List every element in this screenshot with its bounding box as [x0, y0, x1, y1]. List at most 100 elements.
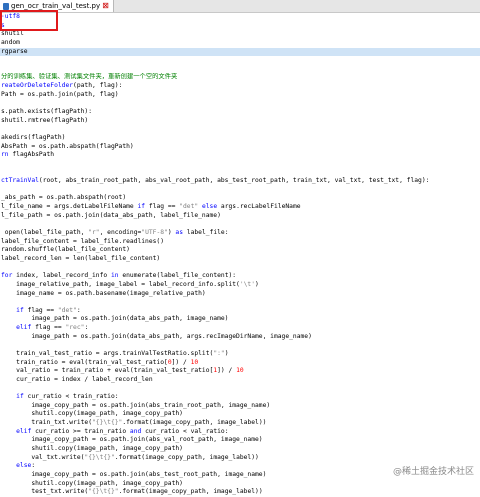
- code-token: , encoding=: [99, 229, 142, 237]
- code-token: val_ratio = train_ratio + eval(train_val…: [1, 367, 214, 375]
- code-line[interactable]: l_file_path = os.path.join(data_abs_path…: [0, 212, 480, 221]
- code-token: flag ==: [31, 324, 66, 332]
- code-token: flag ==: [23, 306, 58, 314]
- code-line[interactable]: test_txt.write("{}\t{}".format(image_cop…: [0, 488, 480, 497]
- code-line[interactable]: val_ratio = train_ratio + eval(train_val…: [0, 367, 480, 376]
- code-line[interactable]: [0, 160, 480, 169]
- code-token: if: [16, 393, 24, 401]
- code-line[interactable]: label_file_content = label_file.readline…: [0, 238, 480, 247]
- code-line[interactable]: ctTrainVal(root, abs_train_root_path, ab…: [0, 177, 480, 186]
- code-token: elif: [16, 324, 32, 332]
- code-line[interactable]: random.shuffle(label_file_content): [0, 246, 480, 255]
- code-line[interactable]: ·utf8: [0, 13, 480, 22]
- code-line[interactable]: train_ratio = eval(train_val_test_ratio[…: [0, 359, 480, 368]
- code-editor[interactable]: ·utf8 s shutil andom rgparse 分的训练集、验证集、测试集文件夹…: [0, 13, 480, 497]
- code-token: shutil: [1, 30, 24, 38]
- code-token: image_path = os.path.join(data_abs_path,…: [1, 315, 229, 323]
- code-token: rgparse: [1, 47, 28, 55]
- code-token: image_copy_path = os.path.join(abs_test_…: [1, 470, 267, 478]
- code-token: shutil.copy(image_path, image_copy_path): [1, 445, 183, 453]
- code-line[interactable]: [0, 65, 480, 74]
- code-line[interactable]: [0, 264, 480, 273]
- code-token: for: [1, 272, 13, 280]
- code-token: l_file_name = args.detLabelFileName: [1, 203, 138, 211]
- code-line[interactable]: AbsPath = os.path.abspath(flagPath): [0, 143, 480, 152]
- code-token: s.path.exists(flagPath):: [1, 108, 92, 116]
- highlight-annotation-box: [0, 10, 58, 31]
- code-token: cur_ratio = index / label_record_len: [1, 375, 153, 383]
- code-line[interactable]: reateOrDeleteFolder(path, flag):: [0, 82, 480, 91]
- code-line[interactable]: shutil.copy(image_path, image_copy_path): [0, 480, 480, 489]
- code-line[interactable]: elif cur_ratio >= train_ratio and cur_ra…: [0, 428, 480, 437]
- code-line[interactable]: image_name = os.path.basename(image_rela…: [0, 290, 480, 299]
- code-line[interactable]: [0, 298, 480, 307]
- code-line[interactable]: for index, label_record_info in enumerat…: [0, 272, 480, 281]
- code-line[interactable]: shutil: [0, 30, 480, 39]
- code-token: args.recLabelFileName: [217, 203, 301, 211]
- code-line[interactable]: shutil.copy(image_path, image_copy_path): [0, 445, 480, 454]
- code-token: as: [175, 229, 184, 237]
- code-line[interactable]: train_val_test_ratio = args.trainValTest…: [0, 350, 480, 359]
- code-line[interactable]: Path = os.path.join(path, flag): [0, 91, 480, 100]
- code-line[interactable]: image_relative_path, image_label = label…: [0, 281, 480, 290]
- code-line[interactable]: if cur_ratio < train_ratio:: [0, 393, 480, 402]
- code-token: ctTrainVal: [1, 177, 39, 185]
- code-token: cur_ratio < val_ratio:: [141, 427, 229, 435]
- code-line[interactable]: [0, 169, 480, 178]
- code-line[interactable]: l_file_name = args.detLabelFileName if f…: [0, 203, 480, 212]
- code-line[interactable]: rn flagAbsPath: [0, 151, 480, 160]
- code-line[interactable]: _abs_path = os.path.abspath(root): [0, 194, 480, 203]
- code-line[interactable]: 分的训练集、验证集、测试集文件夹，重新创建一个空的文件夹: [0, 73, 480, 82]
- code-token: ":": [213, 349, 225, 357]
- code-token: "{}\t{}": [84, 453, 115, 461]
- code-line[interactable]: image_copy_path = os.path.join(abs_train…: [0, 402, 480, 411]
- code-line[interactable]: [0, 341, 480, 350]
- code-line[interactable]: andom: [0, 39, 480, 48]
- python-file-icon: [3, 2, 9, 10]
- code-line[interactable]: elif flag == "rec":: [0, 324, 480, 333]
- code-line[interactable]: cur_ratio = index / label_record_len: [0, 376, 480, 385]
- code-token: andom: [1, 38, 20, 46]
- code-token: else: [201, 203, 218, 211]
- code-line[interactable]: [0, 220, 480, 229]
- code-token: label_file:: [183, 229, 229, 237]
- code-line[interactable]: [0, 385, 480, 394]
- code-line[interactable]: akedirs(flagPath): [0, 134, 480, 143]
- code-line[interactable]: image_copy_path = os.path.join(abs_val_r…: [0, 436, 480, 445]
- code-token: Path = os.path.join(path, flag): [1, 90, 119, 98]
- code-token: image_path = os.path.join(data_abs_path,…: [1, 332, 312, 340]
- code-line[interactable]: [0, 125, 480, 134]
- code-token: shutil.rmtree(flagPath): [1, 116, 89, 124]
- code-token: reateOrDeleteFolder: [1, 82, 74, 90]
- code-token: image_name = os.path.basename(image_rela…: [1, 289, 206, 297]
- code-line[interactable]: s.path.exists(flagPath):: [0, 108, 480, 117]
- code-line[interactable]: open(label_file_path, "r", encoding="UTF…: [0, 229, 480, 238]
- code-token: in: [110, 272, 119, 280]
- code-token: ): [255, 280, 259, 288]
- code-line[interactable]: train_txt.write("{}\t{}".format(image_co…: [0, 419, 480, 428]
- code-token: train_val_test_ratio = args.trainValTest…: [1, 349, 214, 357]
- code-line[interactable]: image_path = os.path.join(data_abs_path,…: [0, 333, 480, 342]
- code-line[interactable]: shutil.copy(image_path, image_copy_path): [0, 410, 480, 419]
- code-line[interactable]: [0, 186, 480, 195]
- code-line[interactable]: rgparse: [0, 47, 480, 57]
- code-token: 10: [190, 358, 199, 366]
- code-line[interactable]: [0, 56, 480, 65]
- code-line[interactable]: shutil.rmtree(flagPath): [0, 117, 480, 126]
- code-line[interactable]: [0, 99, 480, 108]
- code-token: cur_ratio >= train_ratio: [31, 427, 130, 435]
- code-line[interactable]: image_path = os.path.join(data_abs_path,…: [0, 315, 480, 324]
- code-token: 分的训练集、验证集、测试集文件夹，重新创建一个空的文件夹: [1, 73, 178, 81]
- code-token: "{}\t{}": [88, 488, 119, 496]
- code-line[interactable]: val_txt.write("{}\t{}".format(image_copy…: [0, 454, 480, 463]
- code-token: else: [16, 462, 32, 470]
- code-token: :: [84, 324, 89, 332]
- code-line[interactable]: s: [0, 22, 480, 31]
- close-icon[interactable]: ⊠: [102, 0, 109, 12]
- code-token: AbsPath = os.path.abspath(flagPath): [1, 142, 134, 150]
- code-line[interactable]: if flag == "det":: [0, 307, 480, 316]
- code-line[interactable]: label_record_len = len(label_file_conten…: [0, 255, 480, 264]
- code-token: train_ratio = eval(train_val_test_ratio[: [1, 358, 168, 366]
- code-token: flag ==: [145, 203, 180, 211]
- code-token: l_file_path = os.path.join(data_abs_path…: [1, 211, 221, 219]
